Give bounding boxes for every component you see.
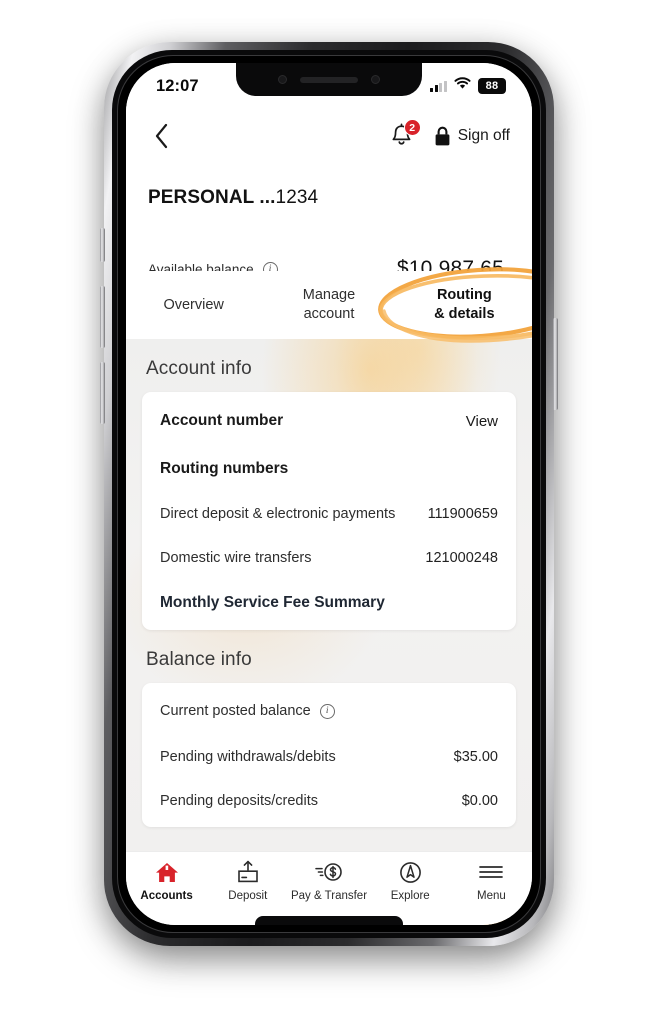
hamburger-menu-icon [477, 859, 505, 885]
cellular-signal-icon [430, 80, 447, 92]
notifications-badge: 2 [403, 119, 421, 136]
view-account-number-link[interactable]: View [466, 413, 498, 430]
account-title: PERSONAL ...1234 [148, 187, 510, 209]
row-routing-numbers-label: Routing numbers [160, 460, 289, 477]
compass-icon [398, 859, 423, 885]
earpiece-speaker [300, 76, 358, 83]
row-pending-deposits-label: Pending deposits/credits [160, 793, 318, 809]
account-name: PERSONAL ... [148, 187, 276, 208]
back-button[interactable] [144, 119, 178, 153]
row-pending-deposits-value: $0.00 [461, 793, 498, 809]
lock-icon [435, 126, 450, 145]
sign-off-label: Sign off [457, 127, 510, 144]
monthly-service-fee-summary-link: Monthly Service Fee Summary [160, 594, 385, 611]
mute-switch-button[interactable] [100, 228, 105, 262]
account-tabs: Overview Manage account Routing & detail… [126, 271, 532, 339]
tab-manage-account-label-line1: Manage [302, 287, 356, 304]
tab-overview[interactable]: Overview [126, 296, 261, 315]
face-sensor-icon [371, 75, 380, 84]
nav-item-deposit-label: Deposit [228, 890, 268, 902]
screenshot-stage: 12:07 88 2 Sign off PERSONAL ...1234 Ava… [0, 0, 658, 1024]
nav-item-accounts[interactable]: Accounts [126, 859, 207, 902]
account-number-suffix: 1234 [275, 187, 319, 208]
status-bar-indicators: 88 [430, 77, 506, 95]
tab-routing-details-label-line2: & details [434, 306, 495, 322]
nav-item-explore[interactable]: Explore [370, 859, 451, 902]
nav-item-deposit[interactable]: Deposit [207, 859, 288, 902]
nav-item-menu-label: Menu [477, 890, 506, 902]
row-routing-numbers: Routing numbers [160, 446, 498, 492]
battery-icon: 88 [478, 78, 506, 94]
nav-item-menu[interactable]: Menu [451, 859, 532, 902]
row-account-number[interactable]: Account number View [160, 396, 498, 446]
nav-item-pay-transfer[interactable]: Pay & Transfer [288, 859, 369, 902]
bottom-navigation: Accounts Deposit Pay & Transfer Explore … [126, 851, 532, 925]
row-current-posted-balance-label: Current posted balance [160, 703, 311, 719]
status-bar-time: 12:07 [156, 76, 199, 95]
row-domestic-wire: Domestic wire transfers 121000248 [160, 536, 498, 580]
header-actions: 2 Sign off [390, 119, 510, 149]
section-title-balance-info: Balance info [146, 649, 252, 670]
row-domestic-wire-label: Domestic wire transfers [160, 550, 312, 566]
current-posted-balance-group: Current posted balance i [160, 703, 335, 719]
home-icon [154, 859, 180, 885]
account-info-card: Account number View Routing numbers Dire… [142, 392, 516, 630]
tab-manage-account[interactable]: Manage account [261, 286, 396, 323]
row-direct-deposit: Direct deposit & electronic payments 111… [160, 492, 498, 536]
notifications-button[interactable]: 2 [390, 119, 421, 149]
row-pending-withdrawals: Pending withdrawals/debits $35.00 [160, 735, 498, 779]
phone-bottom-chin [255, 916, 403, 925]
tab-manage-account-label-line2: account [303, 306, 355, 322]
sign-off-button[interactable]: Sign off [434, 126, 510, 147]
page-content: Account info Account number View Routing… [126, 339, 532, 851]
app-header: 2 Sign off [126, 105, 532, 167]
row-direct-deposit-value: 111900659 [427, 506, 498, 522]
row-domestic-wire-value: 121000248 [425, 550, 498, 566]
dollar-circle-icon [314, 859, 344, 885]
tab-overview-label: Overview [163, 296, 224, 313]
chevron-left-icon [155, 123, 167, 149]
power-button[interactable] [553, 318, 558, 410]
nav-item-explore-label: Explore [390, 890, 430, 902]
check-deposit-icon [235, 859, 261, 885]
phone-screen: 12:07 88 2 Sign off PERSONAL ...1234 Ava… [126, 63, 532, 925]
account-summary: PERSONAL ...1234 Available balance i $10… [126, 167, 532, 281]
section-title-account-info: Account info [146, 358, 252, 379]
row-pending-withdrawals-value: $35.00 [453, 749, 498, 765]
volume-up-button[interactable] [100, 286, 105, 348]
row-monthly-service-fee[interactable]: Monthly Service Fee Summary [160, 580, 498, 626]
row-pending-withdrawals-label: Pending withdrawals/debits [160, 749, 336, 765]
tab-routing-details[interactable]: Routing & details [397, 286, 532, 323]
phone-notch [236, 63, 422, 96]
row-pending-deposits: Pending deposits/credits $0.00 [160, 779, 498, 823]
row-account-number-label: Account number [160, 412, 284, 429]
row-direct-deposit-label: Direct deposit & electronic payments [160, 506, 396, 522]
content-inner: Account info Account number View Routing… [126, 339, 532, 827]
balance-info-card: Current posted balance i Pending withdra… [142, 683, 516, 827]
front-camera-icon [278, 75, 287, 84]
nav-item-accounts-label: Accounts [140, 890, 193, 902]
row-current-posted-balance: Current posted balance i [160, 687, 498, 735]
tab-routing-details-label-line1: Routing [436, 287, 492, 304]
info-icon[interactable]: i [319, 703, 335, 719]
wifi-icon [454, 77, 471, 95]
volume-down-button[interactable] [100, 362, 105, 424]
nav-item-pay-transfer-label: Pay & Transfer [290, 890, 368, 902]
